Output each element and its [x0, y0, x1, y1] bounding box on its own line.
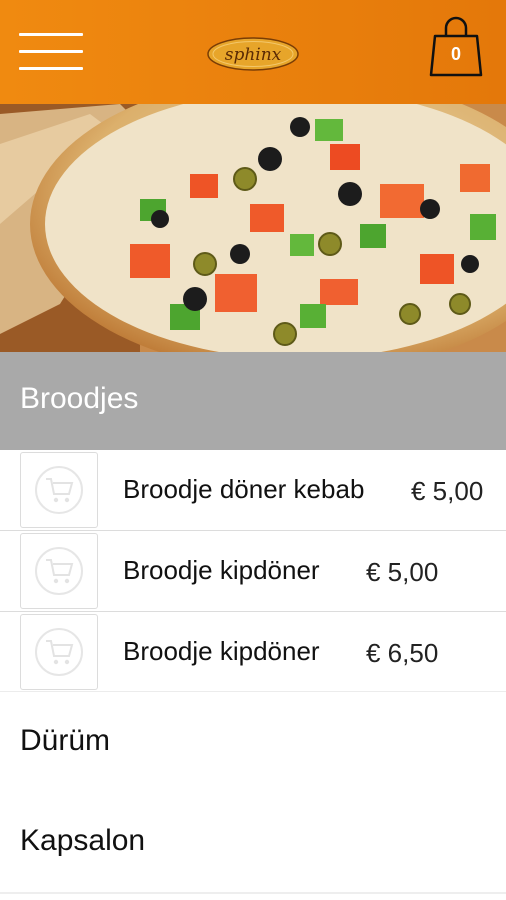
- product-name: Broodje kipdöner: [123, 555, 320, 585]
- hamburger-menu-icon[interactable]: [19, 33, 83, 71]
- sphinx-logo[interactable]: sphinx: [206, 36, 300, 72]
- app-header: sphinx 0: [0, 0, 506, 104]
- product-price: € 5,00: [411, 476, 484, 506]
- list-item: Broodje döner kebab € 5,00: [0, 450, 506, 531]
- logo-text: sphinx: [225, 45, 282, 65]
- list-item: Broodje kipdöner € 5,00: [0, 531, 506, 612]
- add-to-cart-button[interactable]: [20, 452, 98, 528]
- product-price: € 6,50: [366, 638, 439, 668]
- hero-pizza-image: [0, 104, 506, 352]
- add-to-cart-button[interactable]: [20, 614, 98, 690]
- category-durum[interactable]: Dürüm: [0, 692, 506, 794]
- category-label: Kapsalon: [20, 824, 146, 857]
- list-item: Broodje kipdöner € 6,50: [0, 612, 506, 693]
- category-label: Broodjes: [20, 382, 139, 415]
- category-label: Dürüm: [20, 724, 111, 757]
- cart-button[interactable]: 0: [428, 16, 484, 78]
- add-to-cart-button[interactable]: [20, 533, 98, 609]
- product-price: € 5,00: [366, 557, 439, 587]
- product-name: Broodje kipdöner: [123, 636, 320, 666]
- add-to-cart-icon: [46, 478, 74, 503]
- product-list: Broodje döner kebab € 5,00 Broodje kipdö…: [0, 450, 506, 693]
- add-to-cart-icon: [46, 559, 74, 584]
- category-kapsalon[interactable]: Kapsalon: [0, 792, 506, 894]
- add-to-cart-icon: [46, 640, 74, 665]
- product-name: Broodje döner kebab: [123, 474, 365, 504]
- category-broodjes[interactable]: Broodjes: [0, 352, 506, 450]
- cart-count-badge: 0: [450, 44, 461, 64]
